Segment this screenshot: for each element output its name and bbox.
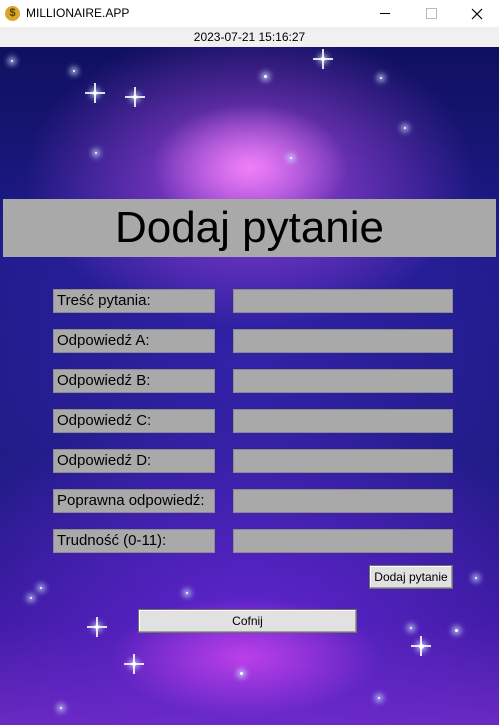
form-row-answer-c: Odpowiedź C: xyxy=(53,409,453,433)
answer-a-input[interactable] xyxy=(233,329,453,353)
star xyxy=(60,707,62,709)
question-label: Treść pytania: xyxy=(53,289,215,313)
answer-a-label: Odpowiedź A: xyxy=(53,329,215,353)
form-row-correct-answer: Poprawna odpowiedź: xyxy=(53,489,453,513)
star xyxy=(87,617,107,637)
answer-c-input[interactable] xyxy=(233,409,453,433)
minimize-icon xyxy=(380,13,390,14)
star xyxy=(186,592,188,594)
star xyxy=(290,157,292,159)
maximize-button[interactable] xyxy=(408,0,454,27)
star xyxy=(240,672,243,675)
star xyxy=(475,577,477,579)
form-row-answer-b: Odpowiedź B: xyxy=(53,369,453,393)
star xyxy=(11,60,13,62)
answer-b-label: Odpowiedź B: xyxy=(53,369,215,393)
answer-b-input[interactable] xyxy=(233,369,453,393)
form-row-difficulty: Trudność (0-11): xyxy=(53,529,453,553)
star xyxy=(73,70,75,72)
star xyxy=(124,654,144,674)
back-button[interactable]: Cofnij xyxy=(138,609,357,633)
clock-display: 2023-07-21 15:16:27 xyxy=(0,27,499,47)
star xyxy=(411,636,431,656)
dollar-coin-icon: $ xyxy=(5,6,20,21)
maximize-icon xyxy=(425,8,437,19)
star xyxy=(125,87,145,107)
star xyxy=(85,83,105,103)
star xyxy=(404,127,406,129)
star xyxy=(95,152,97,154)
close-button[interactable] xyxy=(454,0,499,27)
form-row-question: Treść pytania: xyxy=(53,289,453,313)
star xyxy=(455,629,458,632)
star xyxy=(410,627,412,629)
window-titlebar: $ MILLIONAIRE.APP xyxy=(0,0,499,27)
close-icon xyxy=(471,8,483,19)
answer-d-label: Odpowiedź D: xyxy=(53,449,215,473)
star xyxy=(30,597,32,599)
question-input[interactable] xyxy=(233,289,453,313)
difficulty-input[interactable] xyxy=(233,529,453,553)
page-title: Dodaj pytanie xyxy=(3,199,496,257)
difficulty-label: Trudność (0-11): xyxy=(53,529,215,553)
correct-answer-label: Poprawna odpowiedź: xyxy=(53,489,215,513)
form-row-answer-a: Odpowiedź A: xyxy=(53,329,453,353)
form-row-answer-d: Odpowiedź D: xyxy=(53,449,453,473)
window-title: MILLIONAIRE.APP xyxy=(26,6,130,20)
answer-d-input[interactable] xyxy=(233,449,453,473)
star xyxy=(313,49,333,69)
minimize-button[interactable] xyxy=(362,0,408,27)
star xyxy=(378,697,380,699)
star xyxy=(264,75,267,78)
correct-answer-input[interactable] xyxy=(233,489,453,513)
star xyxy=(380,77,382,79)
answer-c-label: Odpowiedź C: xyxy=(53,409,215,433)
star xyxy=(40,587,42,589)
add-question-button[interactable]: Dodaj pytanie xyxy=(369,565,453,589)
